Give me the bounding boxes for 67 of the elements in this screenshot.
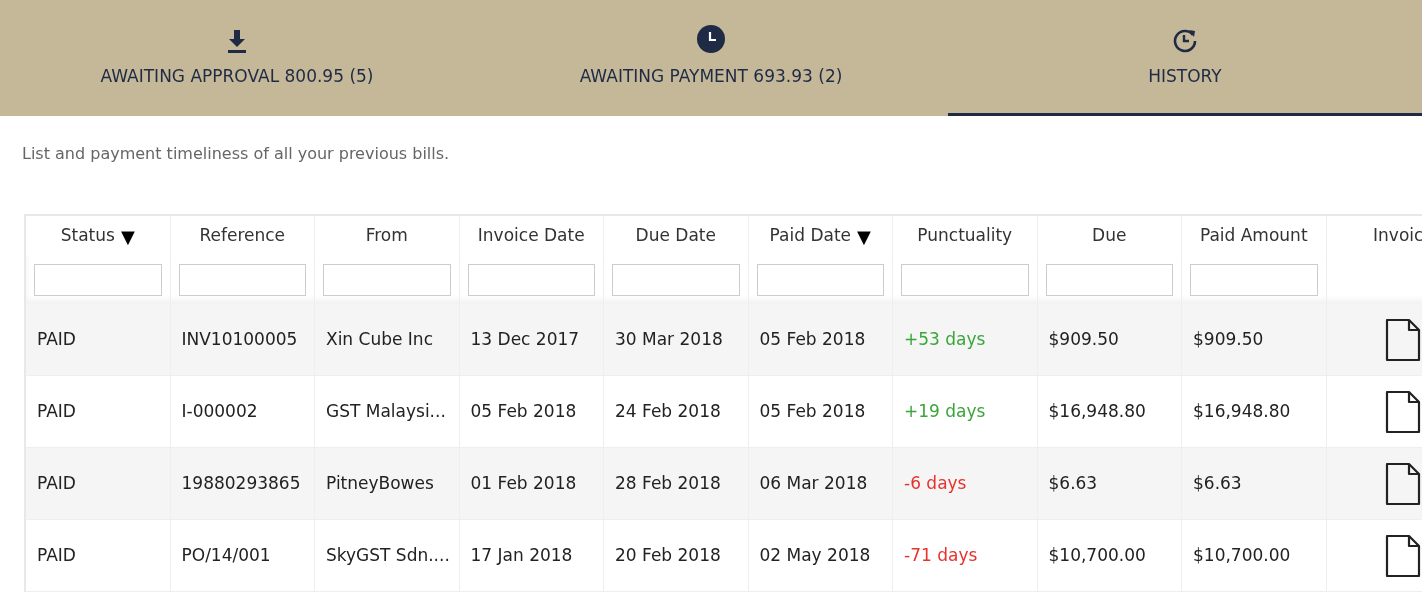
column-header[interactable]: Punctuality xyxy=(917,223,1013,249)
filter-field[interactable] xyxy=(34,264,162,296)
document-icon[interactable] xyxy=(1384,533,1421,578)
column-header[interactable]: Status xyxy=(60,223,115,249)
filter-field[interactable] xyxy=(178,264,306,296)
table-cell-text: 19880293865 xyxy=(181,471,301,495)
table-cell-text: PO/14/001 xyxy=(181,543,271,567)
description-text: List and payment timeliness of all your previous bills. xyxy=(22,143,450,165)
table-cell-text: 17 Jan 2018 xyxy=(470,543,573,567)
column-header[interactable]: From xyxy=(365,223,408,249)
table-cell-text: Xin Cube Inc xyxy=(326,327,433,351)
table-cell-text: INV10100005 xyxy=(181,327,298,351)
column-header[interactable]: Due Date xyxy=(635,223,716,249)
filter-field[interactable] xyxy=(467,264,595,296)
column-header[interactable]: Due xyxy=(1092,223,1127,249)
table-cell-text: PAID xyxy=(37,471,76,495)
tab[interactable]: AWAITING PAYMENT 693.93 (2) xyxy=(474,0,948,116)
table-cell-text: PAID xyxy=(37,543,76,567)
table-cell-text: PAID xyxy=(37,399,76,423)
table-cell-text: +53 days xyxy=(904,327,986,351)
table-cell-text: $6.63 xyxy=(1048,471,1098,495)
table-cell-text: -6 days xyxy=(904,471,967,495)
table-cell-text: 05 Feb 2018 xyxy=(470,399,577,423)
table-cell-text: 06 Mar 2018 xyxy=(759,471,868,495)
table-cell-text: PitneyBowes xyxy=(326,471,434,495)
download-icon xyxy=(226,28,248,54)
clock-icon xyxy=(696,24,726,54)
table-cell-text: $6.63 xyxy=(1193,471,1242,495)
document-icon[interactable] xyxy=(1384,461,1421,506)
document-icon[interactable] xyxy=(1384,389,1421,434)
table-cell-text: 05 Feb 2018 xyxy=(759,327,866,351)
column-header[interactable]: Reference xyxy=(199,223,286,249)
table-cell-text: $16,948.80 xyxy=(1193,399,1291,423)
table-cell-text: 28 Feb 2018 xyxy=(615,471,721,495)
document-icon[interactable] xyxy=(1384,317,1421,362)
sort-indicator[interactable]: ▼ xyxy=(857,222,871,250)
column-header[interactable]: Invoice Date xyxy=(477,223,585,249)
table-cell-text: SkyGST Sdn.... xyxy=(326,543,450,567)
table-cell-text: 30 Mar 2018 xyxy=(615,327,723,351)
table-cell-text: 13 Dec 2017 xyxy=(470,327,580,351)
filter-field[interactable] xyxy=(756,264,884,296)
table-cell-text: 05 Feb 2018 xyxy=(759,399,866,423)
table-cell-text: -71 days xyxy=(904,543,978,567)
filter-field[interactable] xyxy=(901,264,1029,296)
filter-field[interactable] xyxy=(612,264,740,296)
table-cell-text: 24 Feb 2018 xyxy=(615,399,721,423)
table-cell-text: +19 days xyxy=(904,399,986,423)
column-header[interactable]: Invoic xyxy=(1373,223,1422,249)
sort-indicator[interactable]: ▼ xyxy=(120,222,135,250)
column-header[interactable]: Paid Date xyxy=(769,223,852,249)
filter-field[interactable] xyxy=(1045,264,1173,296)
table-cell-text: $909.50 xyxy=(1193,327,1264,351)
filter-field[interactable] xyxy=(1190,264,1318,296)
table-cell-text: $909.50 xyxy=(1048,327,1119,351)
column-header[interactable]: Paid Amount xyxy=(1199,223,1308,249)
table-cell-text: GST Malaysi... xyxy=(326,399,446,423)
table-cell-text: PAID xyxy=(37,327,76,351)
table-cell-text: $10,700.00 xyxy=(1193,543,1291,567)
table-cell-text: 01 Feb 2018 xyxy=(470,471,577,495)
tab[interactable]: HISTORY xyxy=(948,0,1422,116)
table-cell-text: 20 Feb 2018 xyxy=(615,543,721,567)
table-cell-text: $16,948.80 xyxy=(1048,399,1146,423)
table-cell-text: $10,700.00 xyxy=(1048,543,1146,567)
filter-field[interactable] xyxy=(323,264,451,296)
table-cell-text: I-000002 xyxy=(181,399,258,423)
tab[interactable]: AWAITING APPROVAL 800.95 (5) xyxy=(0,0,474,116)
table-cell-text: 02 May 2018 xyxy=(759,543,871,567)
